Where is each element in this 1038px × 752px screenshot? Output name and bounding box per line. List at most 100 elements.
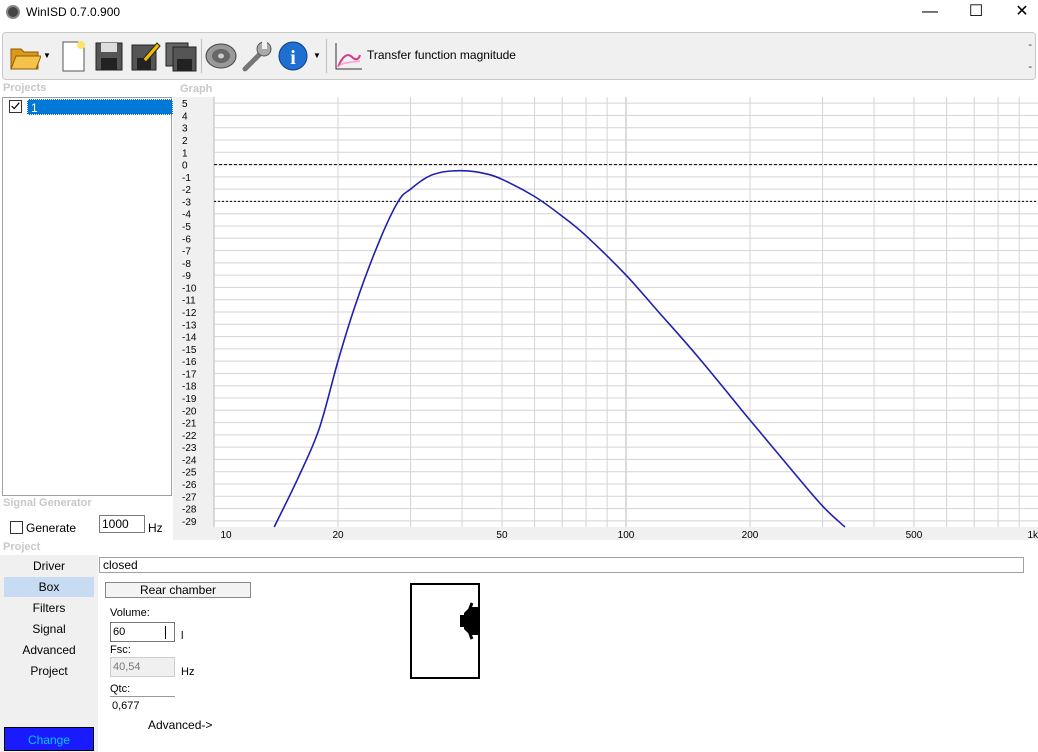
open-dropdown-arrow-icon[interactable]: ▼: [43, 51, 51, 60]
change-button[interactable]: Change: [4, 727, 94, 751]
y-tick-label: -13: [182, 320, 197, 331]
y-tick-label: -27: [182, 492, 197, 503]
y-tick-label: -24: [182, 455, 197, 466]
project-item[interactable]: 1: [6, 99, 173, 115]
fsc-unit: Hz: [181, 666, 195, 678]
volume-input[interactable]: 60: [110, 622, 175, 642]
y-tick-label: -19: [182, 394, 197, 405]
y-tick-label: -3: [182, 197, 191, 208]
project-name[interactable]: 1: [27, 99, 173, 115]
toolbar-overflow-top[interactable]: -: [1028, 39, 1032, 51]
qtc-label: Qtc:: [110, 683, 131, 695]
y-tick-label: -21: [182, 419, 197, 430]
generate-label: Generate: [26, 521, 77, 535]
transfer-function-graph[interactable]: 543210-1-2-3-4-5-6-7-8-9-10-11-12-13-14-…: [180, 97, 1038, 540]
y-tick-label: 2: [182, 136, 188, 147]
window-title: WinISD 0.7.0.900: [26, 5, 121, 19]
x-tick-label: 10: [220, 530, 232, 540]
y-tick-label: 3: [182, 124, 188, 135]
x-tick-label: 50: [496, 530, 508, 540]
new-project-icon[interactable]: [57, 39, 89, 73]
x-tick-label: 1k: [1027, 530, 1038, 540]
nav-item-driver[interactable]: Driver: [4, 556, 94, 576]
wrench-icon[interactable]: [241, 39, 273, 73]
project-section-title: Project: [3, 541, 41, 553]
y-tick-label: -29: [182, 517, 197, 528]
toolbar-separator: [326, 39, 327, 73]
save-all-icon[interactable]: [165, 39, 197, 73]
y-tick-label: -7: [182, 247, 191, 258]
y-tick-label: -11: [182, 296, 196, 307]
toolbar-separator: [201, 39, 202, 73]
volume-unit: l: [181, 630, 184, 642]
y-tick-label: -25: [182, 468, 197, 479]
graph-type-selector[interactable]: Transfer function magnitude: [367, 48, 516, 62]
splitter-handle[interactable]: [173, 97, 180, 540]
fsc-field: 40,54: [110, 657, 175, 677]
title-bar: WinISD 0.7.0.900 — ☐ ✕: [0, 0, 1038, 25]
x-tick-label: 100: [618, 530, 635, 540]
x-tick-label: 500: [906, 530, 923, 540]
toolbar: ▼ i ▼ Transfer function magnitude - -: [2, 32, 1036, 80]
save-as-icon[interactable]: [129, 39, 161, 73]
speaker-in-box-icon: [460, 602, 478, 640]
open-folder-icon[interactable]: [9, 39, 42, 73]
graph-type-icon[interactable]: [333, 39, 365, 73]
projects-section-title: Projects: [3, 82, 47, 94]
x-tick-label: 200: [742, 530, 759, 540]
minimize-button[interactable]: —: [907, 0, 953, 25]
y-tick-label: -22: [182, 431, 197, 442]
maximize-button[interactable]: ☐: [953, 0, 999, 25]
advanced-link[interactable]: Advanced->: [148, 718, 212, 732]
y-tick-label: 5: [182, 99, 188, 110]
x-tick-label: 20: [332, 530, 344, 540]
nav-item-advanced[interactable]: Advanced: [4, 640, 94, 660]
y-tick-label: -6: [182, 234, 191, 245]
y-tick-label: -20: [182, 406, 197, 417]
info-dropdown-arrow-icon[interactable]: ▼: [313, 51, 321, 60]
y-tick-label: -14: [182, 333, 197, 344]
y-tick-label: -16: [182, 357, 197, 368]
y-tick-label: -15: [182, 345, 197, 356]
box-type-field[interactable]: closed: [99, 557, 1024, 573]
y-tick-label: -8: [182, 259, 191, 270]
frequency-unit: Hz: [148, 521, 163, 535]
signal-generator-section-title: Signal Generator: [3, 497, 92, 509]
info-icon[interactable]: i: [277, 39, 309, 73]
y-tick-label: -17: [182, 369, 197, 380]
y-tick-label: 1: [182, 148, 188, 159]
svg-text:i: i: [290, 47, 296, 69]
y-tick-label: -2: [182, 185, 191, 196]
speaker-driver-icon[interactable]: [205, 39, 237, 73]
y-tick-label: -18: [182, 382, 197, 393]
y-tick-label: -9: [182, 271, 191, 282]
box-diagram: [410, 583, 480, 679]
nav-item-signal[interactable]: Signal: [4, 619, 94, 639]
y-tick-label: -5: [182, 222, 191, 233]
rear-chamber-button[interactable]: Rear chamber: [105, 582, 251, 598]
volume-label: Volume:: [110, 607, 150, 619]
volume-value: 60: [113, 626, 126, 638]
y-tick-label: 0: [182, 161, 188, 172]
y-tick-label: -4: [182, 210, 191, 221]
y-tick-label: -1: [182, 173, 191, 184]
y-tick-label: -28: [182, 505, 197, 516]
save-icon[interactable]: [93, 39, 125, 73]
frequency-input[interactable]: 1000: [99, 515, 145, 533]
graph-section-title: Graph: [180, 83, 213, 95]
qtc-field: 0,677: [110, 696, 175, 716]
y-tick-label: -12: [182, 308, 197, 319]
y-tick-label: -23: [182, 443, 197, 454]
y-tick-label: 4: [182, 111, 188, 122]
app-icon: [6, 5, 20, 19]
nav-item-box[interactable]: Box: [4, 577, 94, 597]
toolbar-overflow-bottom[interactable]: -: [1028, 61, 1032, 73]
text-cursor: [165, 626, 166, 639]
projects-list[interactable]: 1: [2, 97, 173, 496]
nav-item-project[interactable]: Project: [4, 661, 94, 681]
y-tick-label: -26: [182, 480, 197, 491]
project-checkbox[interactable]: [9, 100, 22, 113]
generate-checkbox[interactable]: [10, 521, 23, 534]
close-button[interactable]: ✕: [999, 0, 1038, 25]
nav-item-filters[interactable]: Filters: [4, 598, 94, 618]
